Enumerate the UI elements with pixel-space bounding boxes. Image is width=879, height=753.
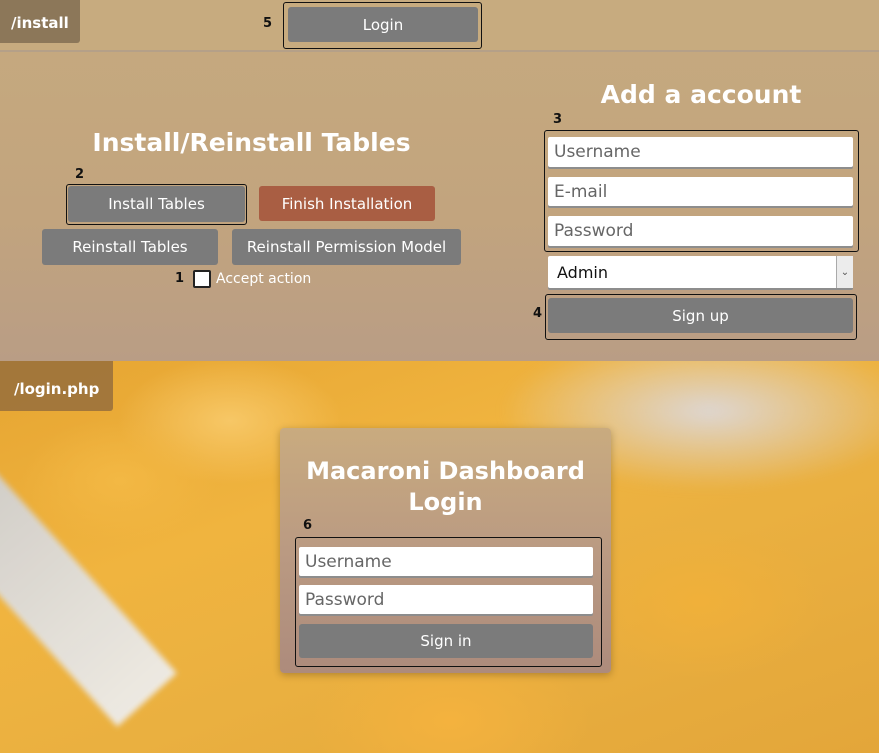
- background-plate-rim: [0, 435, 177, 727]
- marker-5: 5: [263, 16, 273, 31]
- install-page: /install 5 Login Install/Reinstall Table…: [0, 0, 879, 361]
- marker-3: 3: [553, 112, 563, 127]
- signup-username-input[interactable]: [548, 137, 853, 167]
- chevron-down-icon[interactable]: ⌄: [836, 256, 853, 288]
- marker-6: 6: [303, 518, 313, 533]
- signup-email-input[interactable]: [548, 177, 853, 206]
- reinstall-permission-model-button[interactable]: Reinstall Permission Model: [232, 229, 461, 265]
- route-label-install: /install: [0, 0, 80, 43]
- accept-action-checkbox[interactable]: [193, 270, 211, 288]
- marker-2: 2: [75, 167, 85, 182]
- login-title-line1: Macaroni Dashboard: [306, 457, 585, 485]
- tables-section-title: Install/Reinstall Tables: [92, 128, 411, 157]
- login-button[interactable]: Login: [288, 7, 478, 42]
- account-section-title: Add a account: [600, 80, 802, 109]
- route-label-login: /login.php: [0, 361, 114, 411]
- reinstall-tables-button[interactable]: Reinstall Tables: [42, 229, 218, 265]
- signup-password-input[interactable]: [548, 216, 853, 246]
- login-password-input[interactable]: [299, 585, 593, 614]
- role-select-value: Admin: [557, 262, 608, 282]
- finish-installation-button[interactable]: Finish Installation: [259, 186, 435, 221]
- role-select[interactable]: Admin ⌄: [548, 256, 853, 288]
- login-title-line2: Login: [408, 488, 483, 516]
- install-tables-button[interactable]: Install Tables: [68, 186, 245, 222]
- marker-4: 4: [533, 306, 543, 321]
- login-username-input[interactable]: [299, 547, 593, 576]
- sign-up-button[interactable]: Sign up: [548, 298, 853, 333]
- accept-action-label: Accept action: [216, 271, 312, 287]
- sign-in-button[interactable]: Sign in: [299, 624, 593, 658]
- marker-1: 1: [175, 271, 185, 286]
- top-bar: /install 5 Login: [0, 0, 879, 52]
- login-page: Macaroni Dashboard Login 6 Sign in: [0, 361, 879, 753]
- login-card: Macaroni Dashboard Login 6 Sign in: [280, 428, 611, 673]
- login-title: Macaroni Dashboard Login: [280, 456, 611, 518]
